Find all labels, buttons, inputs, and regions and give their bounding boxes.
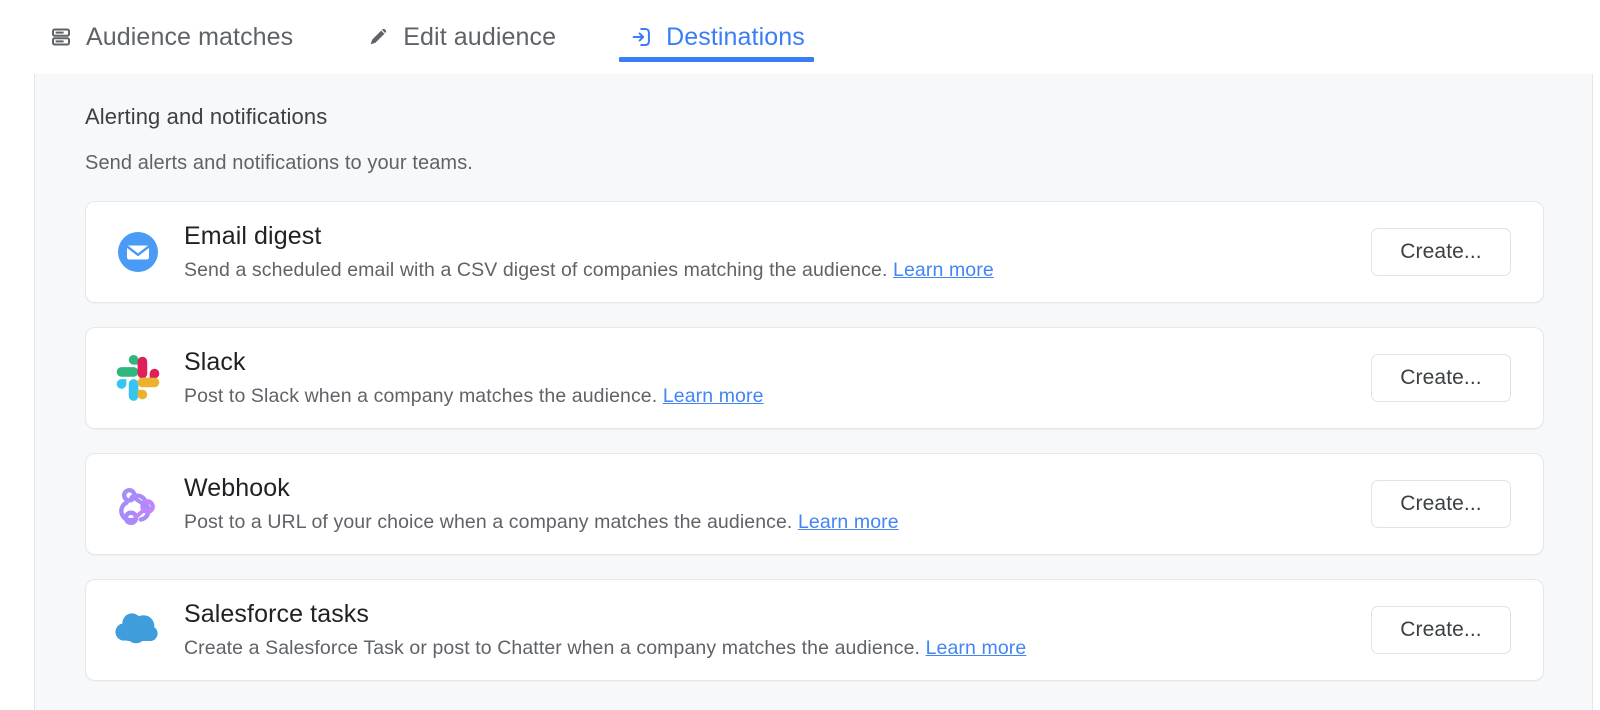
create-button[interactable]: Create...: [1371, 606, 1511, 654]
learn-more-link[interactable]: Learn more: [663, 385, 764, 407]
destinations-panel: Alerting and notifications Send alerts a…: [34, 74, 1593, 710]
card-description: Post to Slack when a company matches the…: [184, 384, 1347, 408]
tab-bar: Audience matches Edit audience Destinati…: [0, 0, 1600, 74]
create-button[interactable]: Create...: [1371, 354, 1511, 402]
arrow-into-box-icon: [628, 24, 654, 50]
tab-label: Audience matches: [86, 22, 294, 51]
destination-card-slack[interactable]: Slack Post to Slack when a company match…: [85, 327, 1544, 429]
card-text: Webhook Post to a URL of your choice whe…: [184, 473, 1347, 534]
tab-edit-audience[interactable]: Edit audience: [353, 0, 568, 74]
card-description-text: Create a Salesforce Task or post to Chat…: [184, 637, 921, 660]
card-text: Slack Post to Slack when a company match…: [184, 347, 1347, 408]
create-button[interactable]: Create...: [1371, 480, 1511, 528]
card-title: Salesforce tasks: [184, 600, 370, 629]
learn-more-link[interactable]: Learn more: [926, 637, 1027, 659]
destination-card-webhook[interactable]: Webhook Post to a URL of your choice whe…: [85, 453, 1544, 555]
card-description-text: Post to a URL of your choice when a comp…: [184, 511, 793, 534]
create-button[interactable]: Create...: [1371, 228, 1511, 276]
card-description: Post to a URL of your choice when a comp…: [184, 510, 1347, 534]
card-description: Send a scheduled email with a CSV digest…: [184, 258, 1347, 282]
card-description-text: Post to Slack when a company matches the…: [184, 385, 658, 408]
tab-underline: [356, 57, 565, 62]
tab-label: Destinations: [666, 22, 805, 51]
email-icon: [110, 224, 166, 280]
tab-underline: [39, 57, 302, 62]
card-description-text: Send a scheduled email with a CSV digest…: [184, 259, 888, 282]
pencil-icon: [365, 24, 391, 50]
slack-icon: [110, 350, 166, 406]
card-text: Email digest Send a scheduled email with…: [184, 221, 1347, 282]
tab-label: Edit audience: [403, 22, 557, 51]
learn-more-link[interactable]: Learn more: [893, 259, 994, 281]
tab-destinations[interactable]: Destinations: [616, 0, 817, 74]
learn-more-link[interactable]: Learn more: [798, 511, 899, 533]
section-title: Alerting and notifications: [85, 104, 328, 129]
card-title: Email digest: [184, 222, 322, 251]
destination-card-list: Email digest Send a scheduled email with…: [85, 201, 1544, 681]
destination-card-salesforce-tasks[interactable]: Salesforce tasks Create a Salesforce Tas…: [85, 579, 1544, 681]
salesforce-cloud-icon: [110, 602, 166, 658]
card-text: Salesforce tasks Create a Salesforce Tas…: [184, 599, 1347, 660]
tab-underline-active: [619, 57, 814, 62]
destination-card-email-digest[interactable]: Email digest Send a scheduled email with…: [85, 201, 1544, 303]
webhook-icon: [110, 476, 166, 532]
tab-audience-matches[interactable]: Audience matches: [36, 0, 305, 74]
card-title: Slack: [184, 348, 246, 377]
layers-icon: [48, 24, 74, 50]
card-description: Create a Salesforce Task or post to Chat…: [184, 636, 1347, 660]
section-subtitle: Send alerts and notifications to your te…: [85, 152, 473, 174]
card-title: Webhook: [184, 474, 290, 503]
